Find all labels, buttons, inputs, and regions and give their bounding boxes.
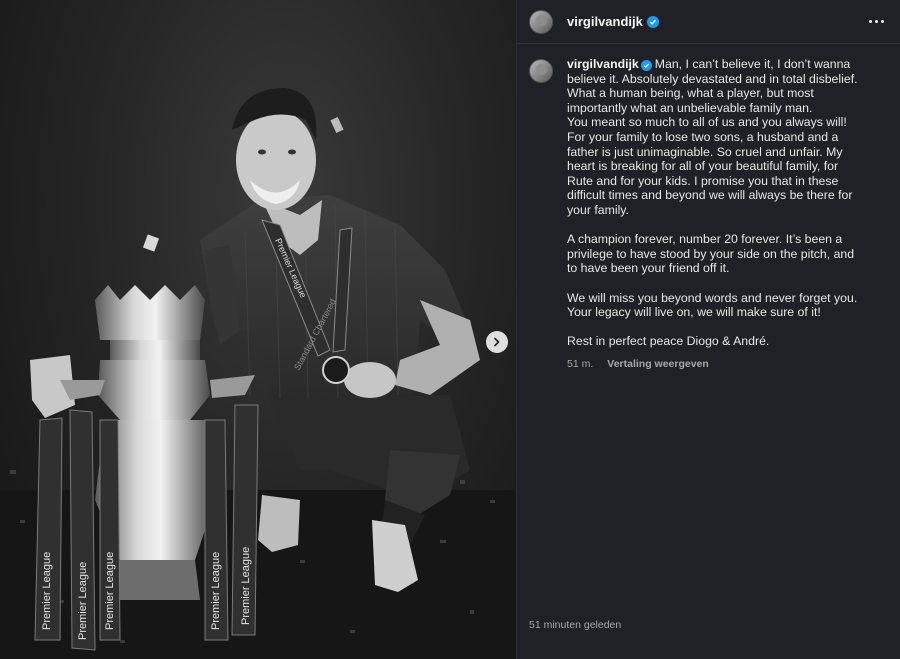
ribbon-text-3: Premier League <box>104 552 116 630</box>
chevron-right-icon <box>494 337 500 347</box>
caption-paragraph-2: A champion forever, number 20 forever. I… <box>567 232 855 276</box>
next-photo-button[interactable] <box>486 331 508 353</box>
verified-badge-icon <box>646 15 659 28</box>
caption-meta: 51 m. Vertaling weergeven <box>567 357 867 372</box>
post-timestamp[interactable]: 51 minuten geleden <box>529 619 621 631</box>
caption-paragraph-3: We will miss you beyond words and never … <box>567 290 858 320</box>
medal <box>322 356 350 384</box>
more-options-icon[interactable] <box>865 16 888 27</box>
ribbon-text-5: Premier League <box>240 547 252 625</box>
photo-player-with-trophy: Premier League Standard Chartered Premie… <box>0 88 516 659</box>
caption-avatar[interactable] <box>529 59 553 83</box>
header-username[interactable]: virgilvandijk <box>567 14 643 29</box>
caption-body: virgilvandijk Man, I can’t believe it, I … <box>567 57 867 371</box>
post-side-panel: virgilvandijk virgilvandijk Man, I can’t … <box>516 0 900 659</box>
ribbon-text-1: Premier League <box>41 552 53 630</box>
caption-line-2: You meant so much to all of us and you a… <box>567 115 853 217</box>
caption-username[interactable]: virgilvandijk <box>567 57 639 71</box>
post-photo: Premier League Standard Chartered Premie… <box>0 0 516 659</box>
ribbon-text-4: Premier League <box>210 552 222 630</box>
caption-verified-badge-icon <box>640 60 652 71</box>
comment-age: 51 m. <box>567 357 594 370</box>
ribbon-text-2: Premier League <box>77 562 89 640</box>
post-header: virgilvandijk <box>517 0 900 44</box>
caption-paragraph-4: Rest in perfect peace Diogo & André. <box>567 334 770 349</box>
caption-comment: virgilvandijk Man, I can’t believe it, I … <box>517 44 900 371</box>
caption-line-1: What a human being, what a player, but m… <box>567 86 814 115</box>
avatar[interactable] <box>529 9 553 34</box>
translate-button[interactable]: Vertaling weergeven <box>607 357 709 372</box>
